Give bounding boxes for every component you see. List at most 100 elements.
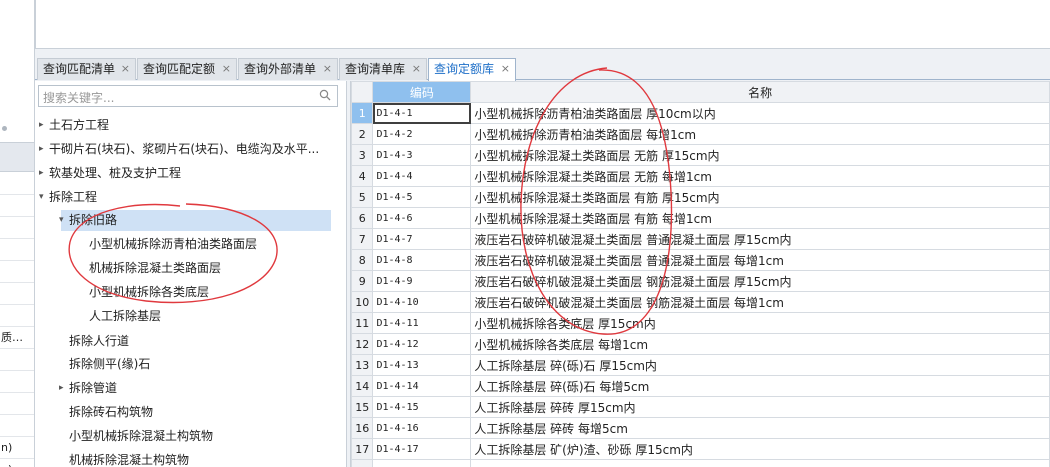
collapsed-arrow-icon[interactable]: ▸ — [39, 163, 44, 184]
tree-node[interactable]: 机械拆除混凝土类路面层 — [89, 258, 221, 279]
tab-match-list[interactable]: 查询匹配清单 × — [37, 58, 136, 80]
search-icon[interactable] — [319, 89, 331, 101]
tab-external-list[interactable]: 查询外部清单 × — [238, 58, 338, 80]
table-row[interactable]: 15 D1-4-15 人工拆除基层 碎砖 厚15cm内 — [351, 396, 1050, 418]
tab-match-quota[interactable]: 查询匹配定额 × — [137, 58, 237, 80]
name-cell[interactable]: 人工拆除基层 矿(炉)渣、砂砾 厚15cm内 — [470, 438, 1050, 460]
table-row[interactable]: 5 D1-4-5 小型机械拆除混凝土类路面层 有筋 厚15cm内 — [351, 186, 1050, 208]
name-cell[interactable]: 液压岩石破碎机破混凝土类面层 钢筋混凝土面层 厚15cm内 — [470, 270, 1050, 292]
code-cell[interactable]: D1-4-4 — [372, 165, 472, 187]
row-number[interactable]: 16 — [351, 417, 374, 439]
row-number[interactable]: 6 — [351, 207, 374, 229]
table-row[interactable]: 7 D1-4-7 液压岩石破碎机破混凝土类面层 普通混凝土面层 厚15cm内 — [351, 228, 1050, 250]
tree-node[interactable]: 拆除砖石构筑物 — [69, 402, 153, 423]
collapsed-arrow-icon[interactable]: ▸ — [59, 378, 64, 399]
code-cell[interactable]: D1-4-12 — [372, 333, 472, 355]
expanded-arrow-icon[interactable]: ▾ — [39, 187, 44, 208]
table-row[interactable]: 1 D1-4-1 小型机械拆除沥青柏油类路面层 厚10cm以内 — [351, 102, 1050, 124]
collapsed-arrow-icon[interactable]: ▸ — [39, 139, 44, 160]
search-input[interactable]: 搜索关键字... — [38, 85, 338, 107]
table-row[interactable]: 12 D1-4-12 小型机械拆除各类底层 每增1cm — [351, 333, 1050, 355]
name-cell[interactable]: 人工拆除基层 碎砖 每增5cm — [470, 417, 1050, 439]
code-cell[interactable]: D1-4-17 — [372, 438, 472, 460]
close-icon[interactable]: × — [222, 59, 231, 79]
row-number[interactable]: 1 — [351, 102, 374, 124]
table-row[interactable]: 4 D1-4-4 小型机械拆除混凝土类路面层 无筋 每增1cm — [351, 165, 1050, 187]
name-cell[interactable]: 小型机械拆除混凝土类路面层 有筋 厚15cm内 — [470, 186, 1050, 208]
tree-node[interactable]: 拆除侧平(缘)石 — [69, 354, 150, 375]
name-cell[interactable]: 小型机械拆除混凝土类路面层 有筋 每增1cm — [470, 207, 1050, 229]
tab-quota-library[interactable]: 查询定额库 × — [428, 58, 516, 81]
tree-node[interactable]: 小型机械拆除各类底层 — [89, 282, 209, 303]
code-cell[interactable]: D1-4-2 — [372, 123, 472, 145]
code-cell[interactable]: D1-4-6 — [372, 207, 472, 229]
tree-node[interactable]: ▸ 土石方工程 — [39, 115, 109, 136]
name-cell[interactable]: 液压岩石破碎机破混凝土类面层 普通混凝土面层 每增1cm — [470, 249, 1050, 271]
row-number[interactable]: 15 — [351, 396, 374, 418]
row-number[interactable]: 3 — [351, 144, 374, 166]
code-cell[interactable]: D1-4-14 — [372, 375, 472, 397]
name-cell[interactable]: 人工拆除基层 碎(砾)石 每增5cm — [470, 375, 1050, 397]
code-cell[interactable]: D1-4-7 — [372, 228, 472, 250]
name-cell[interactable]: 液压岩石破碎机破混凝土类面层 普通混凝土面层 厚15cm内 — [470, 228, 1050, 250]
name-cell[interactable]: 小型机械拆除各类底层 每增1cm — [470, 333, 1050, 355]
name-cell[interactable]: 人工拆除基层 碎(砾)石 厚15cm内 — [470, 354, 1050, 376]
tab-list-library[interactable]: 查询清单库 × — [339, 58, 427, 80]
row-number[interactable]: 8 — [351, 249, 374, 271]
close-icon[interactable]: × — [121, 59, 130, 79]
row-number[interactable]: 13 — [351, 354, 374, 376]
tree-node[interactable]: ▸ 干砌片石(块石)、浆砌片石(块石)、电缆沟及水平... — [39, 139, 319, 160]
close-icon[interactable]: × — [501, 59, 510, 79]
table-row[interactable]: 8 D1-4-8 液压岩石破碎机破混凝土类面层 普通混凝土面层 每增1cm — [351, 249, 1050, 271]
name-cell[interactable]: 小型机械拆除沥青柏油类路面层 厚10cm以内 — [470, 102, 1050, 124]
code-column-header[interactable]: 编码 — [372, 81, 472, 103]
tree-node[interactable]: 小型机械拆除沥青柏油类路面层 — [89, 234, 257, 255]
close-icon[interactable]: × — [323, 59, 332, 79]
code-cell[interactable]: D1-4-9 — [372, 270, 472, 292]
table-row[interactable]: 2 D1-4-2 小型机械拆除沥青柏油类路面层 每增1cm — [351, 123, 1050, 145]
row-number[interactable]: 14 — [351, 375, 374, 397]
name-cell[interactable]: 小型机械拆除混凝土类路面层 无筋 厚15cm内 — [470, 144, 1050, 166]
code-cell[interactable] — [372, 459, 472, 467]
row-number[interactable]: 5 — [351, 186, 374, 208]
code-cell[interactable]: D1-4-5 — [372, 186, 472, 208]
table-row[interactable]: 10 D1-4-10 液压岩石破碎机破混凝土类面层 钢筋混凝土面层 每增1cm — [351, 291, 1050, 313]
row-number[interactable]: 2 — [351, 123, 374, 145]
name-cell[interactable]: 小型机械拆除各类底层 厚15cm内 — [470, 312, 1050, 334]
code-cell[interactable]: D1-4-3 — [372, 144, 472, 166]
tree-node[interactable]: ▸ 拆除管道 — [59, 378, 117, 399]
code-cell[interactable]: D1-4-13 — [372, 354, 472, 376]
table-row[interactable]: 11 D1-4-11 小型机械拆除各类底层 厚15cm内 — [351, 312, 1050, 334]
name-cell[interactable]: 小型机械拆除沥青柏油类路面层 每增1cm — [470, 123, 1050, 145]
tree-node[interactable]: 拆除人行道 — [69, 331, 129, 352]
expanded-arrow-icon[interactable]: ▾ — [59, 210, 64, 231]
code-cell[interactable]: D1-4-16 — [372, 417, 472, 439]
row-number[interactable]: 10 — [351, 291, 374, 313]
tree-node[interactable]: ▾ 拆除工程 — [39, 187, 97, 208]
tree-node[interactable]: ▸ 软基处理、桩及支护工程 — [39, 163, 181, 184]
table-row[interactable]: 14 D1-4-14 人工拆除基层 碎(砾)石 每增5cm — [351, 375, 1050, 397]
row-number[interactable]: 17 — [351, 438, 374, 460]
code-cell[interactable]: D1-4-11 — [372, 312, 472, 334]
name-cell[interactable]: 小型机械拆除混凝土类路面层 无筋 每增1cm — [470, 165, 1050, 187]
table-row[interactable]: 3 D1-4-3 小型机械拆除混凝土类路面层 无筋 厚15cm内 — [351, 144, 1050, 166]
table-row[interactable] — [351, 459, 1050, 467]
row-number[interactable]: 4 — [351, 165, 374, 187]
code-cell[interactable]: D1-4-10 — [372, 291, 472, 313]
code-cell[interactable]: D1-4-1 — [372, 102, 472, 124]
name-cell[interactable]: 人工拆除基层 碎砖 厚15cm内 — [470, 396, 1050, 418]
name-column-header[interactable]: 名称 — [470, 81, 1050, 103]
name-cell[interactable]: 液压岩石破碎机破混凝土类面层 钢筋混凝土面层 每增1cm — [470, 291, 1050, 313]
tree-node[interactable]: 人工拆除基层 — [89, 306, 161, 327]
tree-node[interactable]: ▾ 拆除旧路 — [59, 210, 331, 231]
row-number[interactable]: 11 — [351, 312, 374, 334]
code-cell[interactable]: D1-4-8 — [372, 249, 472, 271]
tree-node[interactable]: 小型机械拆除混凝土构筑物 — [69, 426, 213, 447]
table-row[interactable]: 17 D1-4-17 人工拆除基层 矿(炉)渣、砂砾 厚15cm内 — [351, 438, 1050, 460]
table-row[interactable]: 6 D1-4-6 小型机械拆除混凝土类路面层 有筋 每增1cm — [351, 207, 1050, 229]
row-number[interactable]: 9 — [351, 270, 374, 292]
collapsed-arrow-icon[interactable]: ▸ — [39, 115, 44, 136]
row-number[interactable]: 12 — [351, 333, 374, 355]
code-cell[interactable]: D1-4-15 — [372, 396, 472, 418]
name-cell[interactable] — [470, 459, 1050, 467]
